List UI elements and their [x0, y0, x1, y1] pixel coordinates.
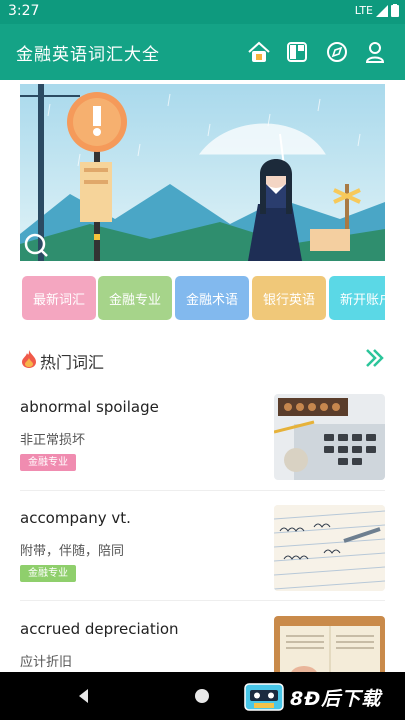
status-bar: 3:27 LTE: [0, 0, 405, 24]
app-title: 金融英语词汇大全: [16, 45, 160, 65]
compass-icon[interactable]: [324, 39, 350, 65]
banner-illustration[interactable]: [20, 84, 385, 261]
profile-icon[interactable]: [362, 39, 388, 65]
chip-label: 金融术语: [185, 292, 238, 308]
chip-bank-english[interactable]: 银行英语: [252, 276, 326, 320]
app-bar: 金融英语词汇大全: [0, 24, 405, 80]
status-time: 3:27: [8, 3, 40, 19]
word-title: accrued depreciation: [20, 620, 179, 638]
word-meaning: 附带，伴随，陪同: [20, 544, 125, 559]
category-tag: 金融专业: [20, 454, 76, 471]
section-title: 热门词汇: [40, 353, 105, 372]
network-label: LTE: [354, 4, 373, 17]
category-tag: 金融专业: [20, 565, 76, 582]
chip-latest-words[interactable]: 最新词汇: [22, 276, 96, 320]
divider: [20, 600, 385, 601]
chip-finance-terms[interactable]: 金融术语: [175, 276, 249, 320]
chevron-right-icon[interactable]: [365, 348, 385, 368]
watermark: 8Ð后下载: [244, 683, 381, 711]
divider: [20, 490, 385, 491]
thumbnail-image: [274, 505, 385, 591]
category-chips: 最新词汇 金融专业 金融术语 银行英语 新开账户: [20, 276, 385, 320]
cassette-logo-icon: [244, 683, 284, 711]
word-title: abnormal spoilage: [20, 398, 159, 416]
battery-icon: [391, 4, 399, 17]
grid-icon[interactable]: [284, 39, 310, 65]
hot-words-header: 热门词汇: [20, 346, 385, 374]
chip-label: 最新词汇: [32, 292, 85, 308]
list-item[interactable]: accompany vt. 附带，伴随，陪同 金融专业: [20, 505, 385, 609]
home-nav-icon[interactable]: [194, 688, 210, 704]
status-indicators: LTE: [355, 4, 399, 17]
watermark-text: 8Ð后下载: [290, 687, 382, 710]
word-meaning: 应计折旧: [20, 655, 73, 670]
chip-finance-major[interactable]: 金融专业: [98, 276, 172, 320]
home-icon[interactable]: [246, 39, 272, 65]
word-title: accompany vt.: [20, 509, 131, 527]
signal-icon: [376, 4, 388, 17]
chip-open-account[interactable]: 新开账户: [329, 276, 385, 320]
chip-label: 新开账户: [339, 292, 385, 308]
back-icon[interactable]: [76, 688, 92, 704]
thumbnail-image: [274, 394, 385, 480]
list-item[interactable]: abnormal spoilage 非正常损坏 金融专业: [20, 394, 385, 498]
chip-label: 银行英语: [262, 292, 315, 308]
word-meaning: 非正常损坏: [20, 433, 86, 448]
flame-icon: [22, 350, 36, 368]
chip-label: 金融专业: [108, 292, 161, 308]
